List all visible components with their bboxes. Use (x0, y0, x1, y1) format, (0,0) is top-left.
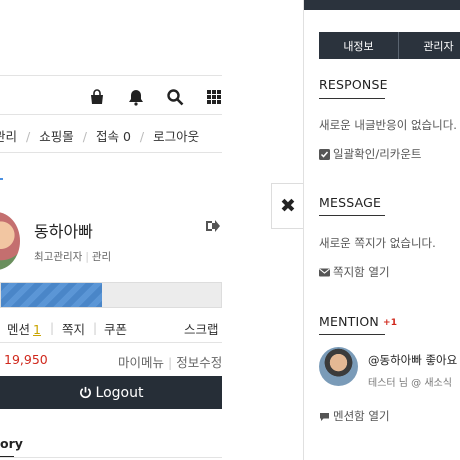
section-underline (319, 215, 385, 216)
manage-link[interactable]: 관리 (92, 251, 111, 263)
message-box-link[interactable]: 쪽지함 열기 (319, 264, 390, 280)
recount-label: 일괄확인/리카운트 (333, 147, 422, 161)
logout-label: Logout (95, 384, 144, 401)
panel-tabs: 내정보 관리자 (319, 32, 460, 59)
menu-item-admin[interactable]: 관리 (0, 126, 17, 145)
divider (0, 114, 222, 115)
menu-item-connect[interactable]: 접속 0 (96, 126, 131, 145)
edit-profile-link[interactable]: 정보수정 (176, 355, 222, 370)
shopping-bag-icon[interactable] (88, 88, 106, 106)
message-box-label: 쪽지함 열기 (333, 265, 390, 279)
message-title: MESSAGE (319, 195, 382, 210)
divider (0, 152, 222, 153)
close-panel-button[interactable]: ✖ (271, 183, 304, 229)
recount-link[interactable]: 일괄확인/리카운트 (319, 146, 422, 162)
power-icon (79, 386, 92, 399)
tab-admin[interactable]: 관리자 (399, 32, 460, 59)
close-icon: ✖ (280, 195, 296, 217)
envelope-icon (319, 267, 330, 278)
mention-count: 1 (33, 322, 41, 337)
checkbox-icon (319, 148, 330, 160)
member-links: 마이메뉴 | 정보수정 (118, 355, 223, 370)
side-panel: 내정보 관리자 RESPONSE 새로운 내글반응이 없습니다. 일괄확인/리카… (303, 0, 460, 460)
mention-box-link[interactable]: 멘션함 열기 (319, 408, 390, 424)
point-value[interactable]: 19,950 (4, 352, 48, 367)
search-icon[interactable] (166, 88, 184, 106)
accent-mark (0, 178, 3, 180)
divider (0, 75, 222, 76)
divider (0, 342, 222, 343)
tab-scrap[interactable]: 스크랩 (184, 319, 219, 338)
tab-my-info[interactable]: 내정보 (319, 32, 399, 59)
tab-message[interactable]: 쪽지 (62, 319, 85, 338)
mention-title: MENTION +1 (319, 314, 397, 329)
mention-title-text: MENTION (319, 314, 379, 329)
tab-story[interactable]: ory (0, 436, 23, 451)
level-progress-bar (0, 282, 222, 308)
profile-name: 동하아빠 (34, 222, 93, 241)
response-empty-text: 새로운 내글반응이 없습니다. (319, 118, 457, 132)
tab-mention-label: 멘션 (7, 322, 31, 337)
menu-item-logout[interactable]: 로그아웃 (153, 126, 199, 145)
top-menu: 관리/쇼핑몰/접속 0/로그아웃 (0, 126, 199, 145)
section-underline (319, 98, 385, 99)
menu-item-shop[interactable]: 쇼핑몰 (39, 126, 74, 145)
progress-fill (1, 283, 103, 307)
mention-item-title[interactable]: @동하아빠 좋아요 (368, 352, 457, 368)
divider (0, 457, 222, 458)
profile-role: 최고관리자 | 관리 (34, 251, 112, 263)
bell-icon[interactable] (127, 88, 145, 106)
mention-box-label: 멘션함 열기 (333, 409, 390, 423)
section-underline (319, 334, 385, 335)
logout-button[interactable]: Logout (0, 376, 222, 409)
response-title: RESPONSE (319, 77, 388, 92)
sign-out-icon[interactable] (204, 218, 220, 234)
comment-icon (319, 411, 330, 422)
role-label: 최고관리자 (34, 251, 83, 263)
mention-badge: +1 (382, 318, 398, 328)
avatar[interactable] (0, 212, 20, 270)
grid-icon[interactable] (205, 88, 223, 106)
main-page: 관리/쇼핑몰/접속 0/로그아웃 동하아빠 최고관리자|관리 멘션1 | 쪽지 … (0, 0, 272, 460)
header-icons (0, 88, 222, 108)
message-empty-text: 새로운 쪽지가 없습니다. (319, 236, 436, 250)
tab-coupon[interactable]: 쿠폰 (104, 319, 127, 338)
mention-item-sub: 테스터 님 @ 새소식 (368, 378, 452, 389)
mymenu-link[interactable]: 마이메뉴 (118, 355, 164, 370)
mention-avatar (319, 347, 358, 386)
panel-top-bar (304, 0, 460, 10)
tab-mention[interactable]: 멘션 1 (7, 319, 41, 338)
